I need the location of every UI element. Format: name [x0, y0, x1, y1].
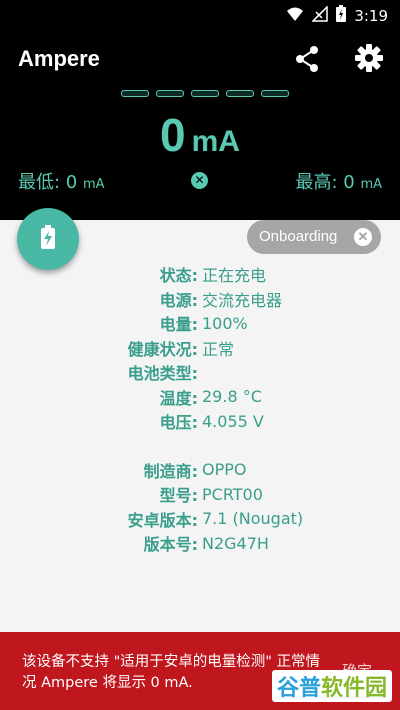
info-key: 状态:	[159, 266, 198, 286]
info-key: 电量:	[159, 315, 198, 335]
min-reading: 最低: 0 mA	[18, 168, 105, 194]
level-indicator	[121, 90, 289, 97]
clock-time: 3:19	[354, 6, 388, 25]
info-value: 正在充电	[202, 266, 267, 286]
info-row: 健康状况: 正常	[0, 336, 400, 361]
signal-icon	[311, 4, 329, 26]
current-meter: 0 mA 最低: 0 mA ✕ 最高: 0 mA	[0, 88, 400, 220]
level-segment	[156, 90, 184, 97]
max-value: 0	[343, 172, 355, 193]
info-key: 电源:	[159, 290, 198, 310]
max-label: 最高:	[295, 172, 344, 193]
info-row: 安卓版本: 7.1 (Nougat)	[0, 507, 400, 532]
info-row: 型号: PCRT00	[0, 482, 400, 507]
info-key: 安卓版本:	[127, 510, 198, 530]
battery-fab-button[interactable]	[17, 208, 79, 270]
min-value: 0	[65, 172, 78, 193]
info-row: 电池类型:	[0, 360, 400, 385]
level-segment	[121, 90, 149, 97]
info-key: 电池类型:	[127, 364, 198, 384]
current-reading: 0 mA	[0, 108, 400, 162]
info-key: 型号:	[159, 486, 198, 506]
battery-info: 状态: 正在充电 电源: 交流充电器 电量: 100% 健康状况: 正常 电池类型: 温度: 29.…	[0, 262, 400, 556]
level-segment	[261, 90, 289, 97]
status-bar: 3:19	[0, 0, 400, 30]
info-row: 电量: 100%	[0, 311, 400, 336]
min-unit: mA	[82, 177, 105, 192]
info-value: N2G47H	[202, 533, 269, 553]
max-unit: mA	[360, 177, 382, 192]
info-key: 电压:	[159, 413, 198, 433]
onboarding-chip[interactable]: Onboarding ✕	[247, 220, 381, 254]
app-bar: Ampere	[0, 30, 400, 88]
info-key: 版本号:	[143, 535, 198, 555]
info-key: 健康状况:	[127, 339, 198, 359]
info-value: 100%	[202, 313, 248, 333]
current-value: 0	[160, 109, 186, 161]
info-row: 电压: 4.055 V	[0, 409, 400, 434]
info-value: 交流充电器	[202, 290, 283, 310]
share-icon[interactable]	[290, 42, 324, 76]
min-label: 最低:	[18, 172, 66, 193]
level-segment	[226, 90, 254, 97]
info-row: 版本号: N2G47H	[0, 531, 400, 556]
app-title: Ampere	[18, 46, 100, 71]
info-value: OPPO	[202, 460, 247, 480]
info-value: 正常	[202, 339, 235, 359]
info-row: 电源: 交流充电器	[0, 287, 400, 312]
watermark-logo: 谷普 软件园	[272, 670, 392, 702]
info-key: 温度:	[159, 388, 198, 408]
settings-gear-icon[interactable]	[352, 41, 386, 75]
info-key: 制造商:	[143, 461, 198, 481]
info-value: PCRT00	[202, 484, 263, 504]
reset-icon[interactable]: ✕	[191, 172, 208, 189]
current-unit: mA	[191, 125, 240, 158]
info-value: 29.8 °C	[202, 387, 262, 407]
watermark-part1: 谷普	[276, 676, 321, 701]
wifi-icon	[286, 6, 304, 26]
info-value: 7.1 (Nougat)	[202, 509, 304, 529]
info-row: 制造商: OPPO	[0, 458, 400, 483]
max-reading: 最高: 0 mA	[295, 168, 382, 194]
onboarding-label: Onboarding	[259, 228, 338, 245]
level-segment	[191, 90, 219, 97]
close-icon[interactable]: ✕	[354, 228, 372, 246]
watermark-part2: 软件园	[321, 676, 388, 701]
info-row: 状态: 正在充电	[0, 262, 400, 287]
info-row: 温度: 29.8 °C	[0, 385, 400, 410]
info-value: 4.055 V	[202, 411, 264, 431]
battery-charging-icon	[336, 5, 347, 26]
battery-charging-icon	[40, 224, 56, 254]
